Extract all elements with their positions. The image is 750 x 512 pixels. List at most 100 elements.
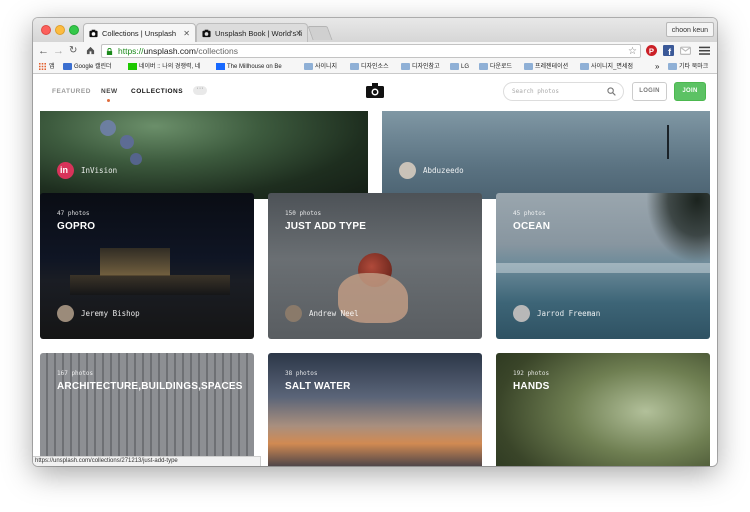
folder-icon (580, 63, 589, 70)
collection-card-just-add-type[interactable]: 150 photos JUST ADD TYPE Andrew Neel (268, 193, 482, 339)
login-button[interactable]: LOGIN (632, 82, 667, 101)
photo-count: 38 photos (285, 370, 318, 377)
bookmarks-overflow-chevron-icon[interactable]: » (655, 62, 659, 72)
url-path: /collections (195, 46, 239, 56)
photo-count: 45 photos (513, 210, 546, 217)
collection-title: HANDS (513, 381, 550, 392)
bookmark-folder-design-ref[interactable]: 디자인참고 (401, 62, 440, 72)
bookmark-label: 디자인참고 (412, 64, 440, 70)
close-window-button[interactable] (41, 25, 51, 35)
bookmark-millhouse[interactable]: The Millhouse on Be (216, 62, 296, 72)
profile-button[interactable]: choon keun (665, 22, 714, 37)
star-icon[interactable]: ☆ (628, 45, 637, 58)
bookmark-label: 디자인소스 (361, 64, 389, 70)
bookmark-folder-signage[interactable]: 사이니지 (304, 62, 337, 72)
camera-favicon-icon (89, 29, 98, 38)
bookmark-label: 프레젠테이션 (535, 64, 569, 70)
pier-pole-decoration (667, 125, 669, 159)
address-bar[interactable]: https://unsplash.com/collections ☆ (101, 44, 641, 58)
bookmark-label: 네이버 :: 나의 경쟁력, 네 (139, 64, 201, 70)
bookmark-apps[interactable]: 앱 (38, 62, 55, 72)
url-scheme: https:// (118, 46, 144, 56)
nav-new[interactable]: NEW (101, 88, 118, 95)
collection-title: JUST ADD TYPE (285, 221, 367, 232)
new-tab-button[interactable] (307, 26, 333, 40)
bookmark-folder-lg[interactable]: LG (450, 62, 469, 72)
collection-author[interactable]: Andrew Neel (285, 305, 359, 322)
invision-avatar: in (57, 162, 74, 179)
avatar (513, 305, 530, 322)
author-name: Andrew Neel (309, 309, 359, 318)
collection-card-architecture[interactable]: 167 photos ARCHITECTURE,BUILDINGS,SPACES (40, 353, 254, 466)
photo-count: 150 photos (285, 210, 322, 217)
lock-icon (106, 48, 113, 55)
forward-arrow-icon[interactable]: → (53, 44, 64, 58)
bookmark-naver[interactable]: 네이버 :: 나의 경쟁력, 네 (128, 62, 208, 72)
collection-title: SALT WATER (285, 381, 351, 392)
collection-card-gopro[interactable]: 47 photos GOPRO Jeremy Bishop (40, 193, 254, 339)
hamburger-menu-icon[interactable] (699, 45, 710, 56)
bookmark-folder-other[interactable]: 기타 북마크 (668, 62, 708, 72)
collection-card-salt-water[interactable]: 38 photos SALT WATER (268, 353, 482, 466)
bookmarks-bar: 앱 Google 캘린더 네이버 :: 나의 경쟁력, 네 The Millho… (33, 60, 717, 74)
back-arrow-icon[interactable]: ← (38, 44, 49, 58)
tab-close-icon[interactable]: ✕ (295, 24, 302, 42)
collection-title: GOPRO (57, 221, 96, 232)
search-input[interactable]: Search photos (503, 82, 624, 101)
collection-card-ocean[interactable]: 45 photos OCEAN Jarrod Freeman (496, 193, 710, 339)
nav-collections[interactable]: COLLECTIONS (131, 88, 183, 95)
nav-more-button[interactable]: ··· (193, 85, 207, 95)
tab-collections-unsplash[interactable]: Collections | Unsplash ✕ (83, 23, 196, 42)
url-host: unsplash.com (143, 46, 196, 56)
photo-count: 47 photos (57, 210, 90, 217)
collection-author[interactable]: in InVision (57, 162, 117, 179)
naver-icon (128, 63, 137, 70)
collection-title: ARCHITECTURE,BUILDINGS,SPACES (57, 381, 243, 392)
bookmark-folder-presentation[interactable]: 프레젠테이션 (524, 62, 568, 72)
bookmark-google-calendar[interactable]: Google 캘린더 (63, 62, 112, 72)
search-placeholder: Search photos (512, 88, 559, 95)
nav-featured[interactable]: FEATURED (52, 88, 91, 95)
wave-decoration (496, 263, 710, 273)
facebook-extension-icon[interactable]: f (663, 45, 674, 56)
collection-author[interactable]: Abduzeedo (399, 162, 464, 179)
avatar (57, 305, 74, 322)
search-icon[interactable] (607, 87, 616, 96)
svg-text:P: P (649, 46, 654, 55)
tab-close-icon[interactable]: ✕ (183, 24, 190, 42)
camera-icon[interactable] (366, 83, 384, 98)
photo-count: 192 photos (513, 370, 550, 377)
collection-card-hands[interactable]: 192 photos HANDS (496, 353, 710, 466)
bookmark-label: The Millhouse on Be (227, 64, 282, 70)
bookmark-folder-design-source[interactable]: 디자인소스 (350, 62, 389, 72)
bookmark-folder-signage-dutyfree[interactable]: 사이니지_면세점 (580, 62, 633, 72)
photo-count: 167 photos (57, 370, 94, 377)
palm-decoration (646, 193, 710, 263)
zoom-window-button[interactable] (69, 25, 79, 35)
minimize-window-button[interactable] (55, 25, 65, 35)
collection-title: OCEAN (513, 221, 551, 232)
berry-decoration (120, 135, 134, 149)
folder-icon (401, 63, 410, 70)
calendar-icon (63, 63, 72, 70)
bookmark-folder-downloads[interactable]: 다운로드 (479, 62, 512, 72)
avatar (399, 162, 416, 179)
behance-icon (216, 63, 225, 70)
collection-author[interactable]: Jeremy Bishop (57, 305, 140, 322)
bookmark-label: 앱 (49, 64, 55, 70)
svg-text:f: f (668, 47, 671, 56)
browser-toolbar: ← → ↻ https://unsplash.com/collections ☆… (33, 42, 717, 60)
mail-extension-icon[interactable] (680, 45, 691, 56)
home-icon[interactable] (86, 46, 95, 55)
pinterest-extension-icon[interactable]: P (646, 45, 657, 56)
bookmark-label: 다운로드 (490, 64, 513, 70)
tab-unsplash-book[interactable]: Unsplash Book | World's fi ✕ (196, 23, 308, 42)
author-name: InVision (81, 166, 118, 175)
join-button[interactable]: JOIN (674, 82, 706, 101)
collection-author[interactable]: Jarrod Freeman (513, 305, 600, 322)
folder-icon (450, 63, 459, 70)
tab-bar: Collections | Unsplash ✕ Unsplash Book |… (33, 18, 717, 42)
reload-icon[interactable]: ↻ (69, 44, 77, 58)
author-name: Jeremy Bishop (81, 309, 140, 318)
avatar (285, 305, 302, 322)
